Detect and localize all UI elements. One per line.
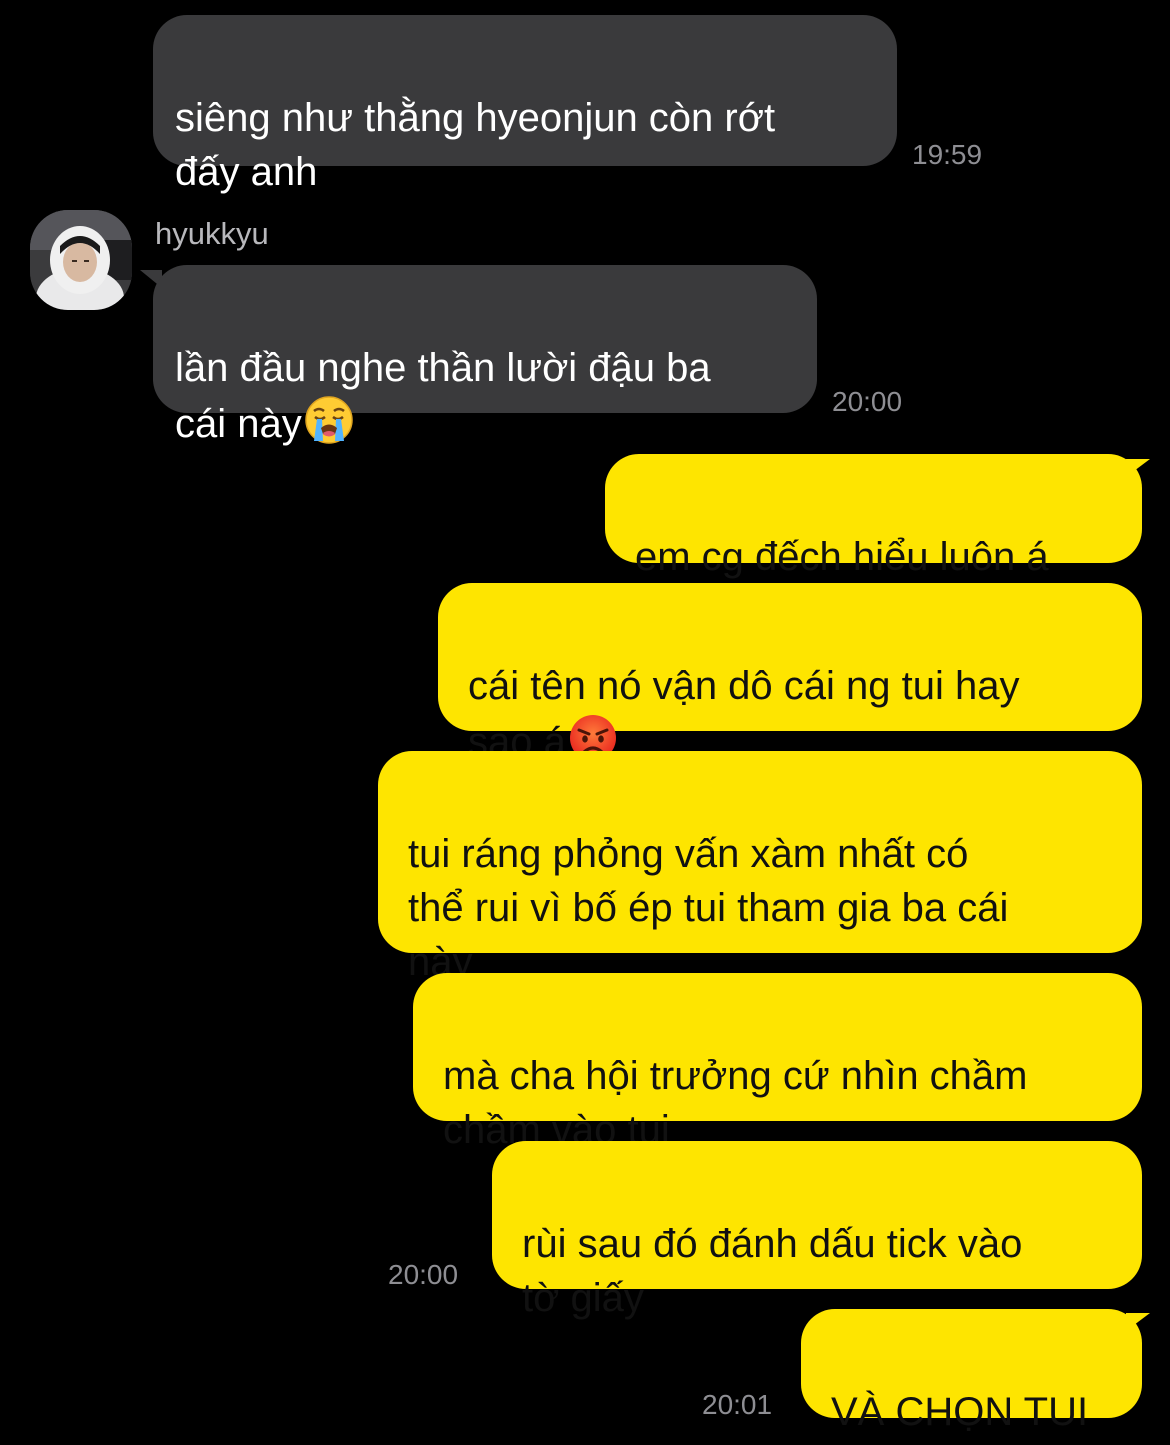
chat-thread[interactable]: siêng như thằng hyeonjun còn rớt đấy anh…	[0, 0, 1170, 1445]
outgoing-message-bubble[interactable]: mà cha hội trưởng cứ nhìn chầm chầm vào …	[413, 973, 1142, 1152]
message-timestamp: 20:00	[388, 1259, 459, 1290]
sender-name: hyukkyu	[155, 216, 269, 251]
avatar-photo	[30, 210, 132, 310]
message-text: siêng như thằng hyeonjun còn rớt đấy anh	[175, 96, 776, 194]
message-text: mà cha hội trưởng cứ nhìn chầm chầm vào …	[443, 1054, 1028, 1152]
outgoing-message-bubble[interactable]: cái tên nó vận dô cái ng tui hay sao á	[438, 583, 1142, 764]
loudly-crying-face-icon	[305, 396, 353, 444]
avatar[interactable]	[30, 210, 132, 310]
message-timestamp: 20:00	[832, 386, 903, 417]
message-timestamp: 20:01	[702, 1389, 773, 1420]
message-text: rùi sau đó đánh dấu tick vào tờ giấy	[522, 1222, 1023, 1320]
message-text: cái tên nó vận dô cái ng tui hay sao á	[468, 664, 1020, 764]
message-text: em cg đếch hiểu luôn á	[635, 535, 1049, 579]
outgoing-message-bubble[interactable]: em cg đếch hiểu luôn á	[605, 454, 1142, 579]
outgoing-message-bubble[interactable]: VÀ CHỌN TUI	[801, 1309, 1142, 1434]
outgoing-message-bubble[interactable]: rùi sau đó đánh dấu tick vào tờ giấy	[492, 1141, 1142, 1320]
incoming-message-bubble[interactable]: lần đầu nghe thần lười đậu ba cái này	[153, 265, 817, 446]
message-text: lần đầu nghe thần lười đậu ba cái này	[175, 346, 711, 446]
message-text: tui ráng phỏng vấn xàm nhất có thể rui v…	[408, 832, 1009, 984]
incoming-message-bubble[interactable]: siêng như thằng hyeonjun còn rớt đấy anh	[153, 15, 897, 194]
message-timestamp: 19:59	[912, 139, 983, 170]
outgoing-message-bubble[interactable]: tui ráng phỏng vấn xàm nhất có thể rui v…	[378, 751, 1142, 984]
message-text: VÀ CHỌN TUI	[831, 1390, 1089, 1434]
